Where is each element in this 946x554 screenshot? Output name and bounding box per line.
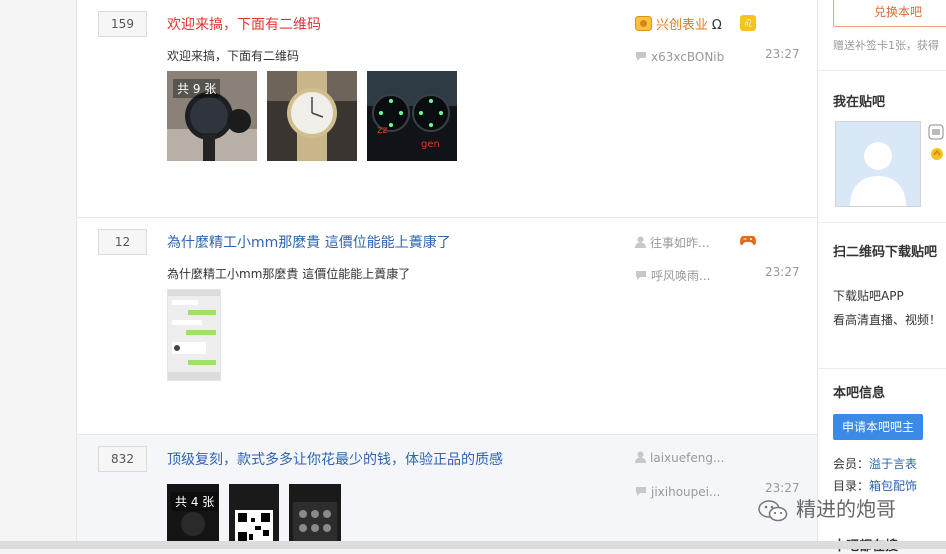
thread-list: 159 欢迎来搞，下面有二维码 兴创表业 Ω ♌ 欢迎来搞，下面有二维码 x63…: [76, 0, 817, 549]
reply-count: 832: [98, 446, 147, 472]
thread-image[interactable]: zz gen: [367, 71, 457, 161]
reply-count: 12: [98, 229, 147, 255]
reply-time: 23:27: [765, 265, 800, 279]
image-count: 共 4 张: [171, 492, 219, 511]
exchange-section: 兑换本吧 赠送补签卡1张，获得: [818, 0, 946, 71]
thread-abstract: 欢迎来搞，下面有二维码: [167, 49, 300, 63]
thread-abstract: 為什麼精工小mm那麼貴 這價位能能上蕢康了: [167, 267, 411, 281]
members-row: 会员：溢于言表: [833, 457, 918, 471]
directory-row: 目录：箱包配饰: [833, 479, 918, 493]
zodiac-leo-icon: ♌: [740, 15, 756, 34]
exchange-note: 赠送补签卡1张，获得: [833, 39, 939, 52]
exchange-button[interactable]: 兑换本吧: [833, 0, 946, 27]
user-icon: [635, 451, 646, 463]
medal-icon: [930, 146, 944, 165]
thread-image[interactable]: 共 9 张: [167, 71, 257, 161]
thread-title[interactable]: 為什麼精工小mm那麼貴 這價位能能上蕢康了: [167, 232, 451, 252]
member-badge-icon: [635, 16, 652, 31]
last-replier[interactable]: 呼风唤雨...: [635, 267, 710, 284]
image-label: zz: [377, 125, 388, 136]
reply-icon: [636, 487, 646, 496]
game-controller-icon: [740, 234, 756, 249]
thread-author[interactable]: laixuefeng...: [635, 451, 724, 465]
watermark: 精进的炮哥: [758, 493, 896, 522]
section-title: 我在贴吧: [833, 95, 886, 110]
thread-image[interactable]: 共 4 张: [167, 484, 219, 544]
member-badge-icon: [928, 124, 944, 144]
directory-link[interactable]: 箱包配饰: [869, 479, 917, 493]
section-title: 本吧信息: [833, 386, 886, 401]
image-count: 共 9 张: [173, 79, 221, 98]
omega-icon: Ω: [711, 18, 722, 33]
qr-download-section: 扫二维码下载贴吧 下载贴吧APP 看高清直播、视频！: [818, 223, 946, 369]
thread-image[interactable]: [267, 71, 357, 161]
thread-author[interactable]: 兴创表业 Ω: [635, 14, 722, 33]
thread-title[interactable]: 顶级复刻，款式多多让你花最少的钱，体验正品的质感: [167, 449, 503, 469]
last-replier[interactable]: x63xcBONib: [635, 50, 724, 64]
reply-time: 23:27: [765, 47, 800, 61]
download-desc: 看高清直播、视频！: [833, 313, 942, 327]
reply-icon: [636, 52, 646, 61]
thread-item: 159 欢迎来搞，下面有二维码 兴创表业 Ω ♌ 欢迎来搞，下面有二维码 x63…: [77, 0, 817, 218]
members-link[interactable]: 溢于言表: [869, 457, 917, 471]
avatar[interactable]: [835, 121, 921, 207]
thread-image[interactable]: [289, 484, 341, 544]
download-app-text[interactable]: 下载贴吧APP: [833, 287, 904, 304]
last-replier[interactable]: jixihoupei...: [635, 485, 720, 499]
reply-icon: [636, 271, 646, 280]
thread-author[interactable]: 往事如昨...: [635, 234, 709, 251]
sidebar: 兑换本吧 赠送补签卡1张，获得 我在贴吧 扫二维码下载贴吧 下载贴吧APP 看高…: [817, 0, 946, 554]
thread-image[interactable]: [229, 484, 279, 544]
svg-text:♌: ♌: [743, 17, 753, 30]
wechat-icon: [758, 499, 788, 521]
thread-item: 12 為什麼精工小mm那麼貴 這價位能能上蕢康了 往事如昨... 為什麼精工小m…: [77, 218, 817, 435]
user-icon: [635, 236, 646, 248]
thread-title[interactable]: 欢迎来搞，下面有二维码: [167, 14, 321, 34]
horizontal-scrollbar[interactable]: [0, 541, 946, 549]
thread-item: 832 顶级复刻，款式多多让你花最少的钱，体验正品的质感 laixuefeng.…: [77, 435, 817, 549]
my-bar-section: 我在贴吧: [818, 71, 946, 223]
image-label: gen: [421, 139, 440, 150]
apply-bar-owner-button[interactable]: 申请本吧吧主: [833, 414, 923, 440]
reply-count: 159: [98, 11, 147, 37]
thread-image[interactable]: [167, 289, 221, 381]
section-title: 扫二维码下载贴吧: [833, 245, 938, 260]
